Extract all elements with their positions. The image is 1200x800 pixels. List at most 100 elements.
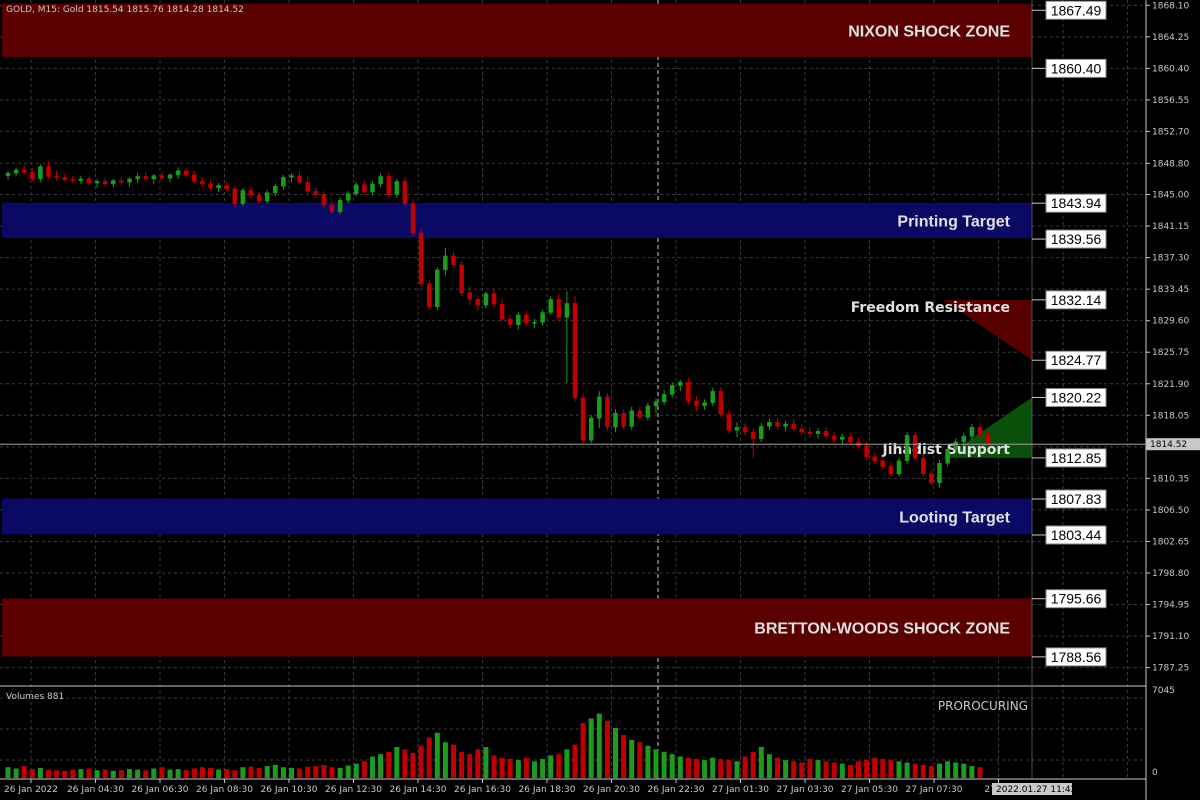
candle-body bbox=[548, 299, 553, 313]
candle-body bbox=[418, 232, 424, 285]
volume-bar bbox=[637, 742, 643, 778]
candle-body bbox=[572, 303, 578, 398]
volume-bar bbox=[329, 767, 335, 778]
volume-tick-label: 0 bbox=[1152, 768, 1158, 778]
volume-bar bbox=[856, 761, 861, 778]
price-level-value: 1824.77 bbox=[1051, 352, 1102, 368]
volume-bar bbox=[297, 768, 303, 778]
volume-bar bbox=[969, 766, 975, 778]
candle-body bbox=[540, 312, 545, 323]
candle-body bbox=[13, 169, 19, 174]
volume-bar bbox=[669, 754, 675, 778]
volume-bar bbox=[289, 767, 294, 778]
candle-body bbox=[200, 181, 205, 185]
volume-bar bbox=[596, 713, 602, 778]
candle-body bbox=[969, 426, 975, 437]
volume-bar bbox=[702, 760, 708, 778]
candle-body bbox=[264, 192, 270, 202]
volume-bar bbox=[434, 732, 440, 778]
x-tick-label: 27 Jan 03:30 bbox=[777, 785, 834, 795]
volume-bar bbox=[62, 770, 68, 778]
candle-body bbox=[240, 190, 246, 204]
volume-bar bbox=[499, 757, 505, 778]
candle-body bbox=[726, 413, 732, 431]
y-tick-label: 1845.00 bbox=[1152, 191, 1189, 201]
x-tick-label: 27 Jan 07:30 bbox=[906, 785, 963, 795]
volume-bar bbox=[880, 758, 886, 778]
volume-bar bbox=[507, 758, 513, 778]
candle-body bbox=[426, 283, 432, 307]
volume-bar bbox=[21, 766, 27, 778]
volume-bar bbox=[766, 754, 772, 778]
volume-bar bbox=[888, 760, 894, 778]
y-tick-label: 1852.70 bbox=[1152, 127, 1189, 137]
candle-body bbox=[321, 194, 327, 206]
volume-bar bbox=[29, 769, 35, 778]
y-tick-label: 1825.75 bbox=[1152, 348, 1189, 358]
x-tick-label: 26 Jan 16:30 bbox=[454, 785, 511, 795]
volume-bar bbox=[272, 764, 278, 778]
price-level-value: 1788.56 bbox=[1051, 649, 1102, 665]
volume-bar bbox=[783, 760, 789, 778]
volume-bar bbox=[208, 767, 213, 778]
candle-body bbox=[775, 422, 780, 427]
candle-body bbox=[329, 204, 335, 212]
volume-bar bbox=[191, 768, 197, 778]
volume-bar bbox=[491, 755, 497, 778]
volume-bar bbox=[102, 769, 108, 778]
x-tick-label: 26 Jan 04:30 bbox=[67, 785, 124, 795]
volume-bar bbox=[912, 763, 918, 778]
volume-bar bbox=[321, 764, 327, 778]
volume-bar bbox=[199, 767, 205, 778]
volume-bar bbox=[467, 754, 473, 778]
volume-bar bbox=[183, 770, 189, 778]
candle-body bbox=[791, 423, 796, 430]
candle-body bbox=[945, 449, 950, 464]
candle-body bbox=[30, 172, 35, 180]
x-tick-label: 26 Jan 20:30 bbox=[583, 785, 640, 795]
y-tick-label: 1821.90 bbox=[1152, 380, 1189, 390]
candle-body bbox=[815, 431, 821, 434]
candle-body bbox=[823, 431, 829, 437]
candle-body bbox=[588, 417, 594, 441]
volume-bar bbox=[118, 770, 124, 778]
volume-bar bbox=[645, 745, 651, 778]
candle-body bbox=[159, 175, 165, 179]
candle-body bbox=[378, 176, 383, 185]
volume-bar bbox=[945, 761, 951, 778]
y-tick-label: 1856.55 bbox=[1152, 96, 1189, 106]
volume-bar bbox=[758, 746, 764, 778]
candle-body bbox=[718, 390, 724, 415]
volume-bar bbox=[847, 764, 853, 778]
candle-body bbox=[345, 193, 351, 201]
volume-bar bbox=[264, 766, 270, 778]
volume-bar bbox=[523, 757, 529, 778]
candle-body bbox=[354, 184, 359, 194]
volume-bar bbox=[540, 758, 546, 778]
candle-body bbox=[232, 188, 238, 204]
candle-body bbox=[62, 177, 67, 181]
y-tick-label: 1818.05 bbox=[1152, 411, 1189, 421]
candle-body bbox=[848, 436, 853, 443]
zone-1 bbox=[2, 202, 1032, 238]
candle-body bbox=[799, 428, 805, 433]
x-tick-label: 26 Jan 06:30 bbox=[132, 785, 189, 795]
candle-body bbox=[653, 401, 659, 407]
volume-bar bbox=[232, 770, 238, 778]
volume-bar bbox=[661, 751, 667, 778]
zone-label-1: Printing Target bbox=[897, 213, 1010, 230]
candle-body bbox=[929, 473, 934, 484]
candle-body bbox=[880, 460, 886, 467]
wedge-label-0: Freedom Resistance bbox=[851, 300, 1010, 316]
candle-body bbox=[921, 458, 926, 475]
candle-body bbox=[183, 170, 189, 176]
volume-bar bbox=[159, 767, 165, 778]
volume-bar bbox=[216, 769, 222, 778]
candle-body bbox=[38, 166, 43, 180]
candle-body bbox=[451, 255, 456, 266]
candle-body bbox=[904, 435, 910, 462]
x-tick-label: 26 Jan 2022 bbox=[4, 785, 58, 795]
volume-bar bbox=[677, 756, 683, 778]
volume-bar bbox=[394, 746, 400, 778]
time-marker-label: 2022.01.27 11:42 bbox=[996, 785, 1076, 795]
